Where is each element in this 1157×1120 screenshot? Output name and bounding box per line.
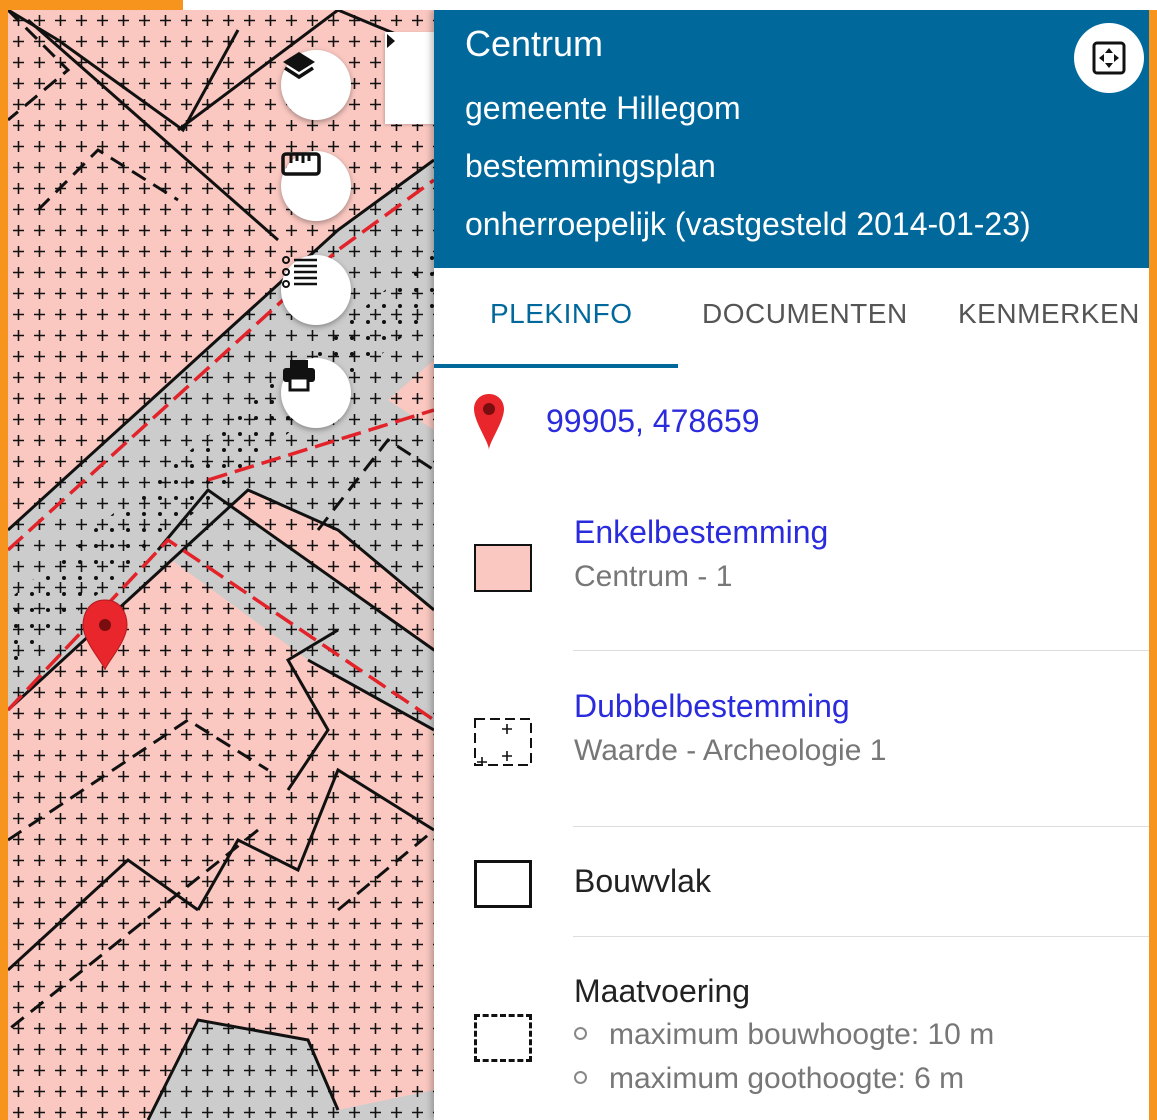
frame-top-strip: [183, 0, 1157, 10]
enkelbestemming-value: Centrum - 1: [574, 560, 733, 593]
fullscreen-button[interactable]: [1074, 23, 1144, 93]
enkelbestemming-link[interactable]: Enkelbestemming: [574, 514, 828, 551]
maatvoering-swatch: [474, 1014, 532, 1062]
bullet-circle-icon: [574, 1026, 587, 1040]
enkelbestemming-swatch: [474, 544, 532, 592]
app-viewport: Centrum gemeente Hillegom bestemmingspla…: [8, 10, 1149, 1120]
bouwvlak-swatch: [474, 860, 532, 908]
plan-header: Centrum gemeente Hillegom bestemmingspla…: [434, 10, 1149, 268]
divider: [573, 826, 1149, 827]
legend-list-icon: [282, 256, 317, 288]
plan-title: Centrum: [465, 23, 604, 64]
maatvoering-label: Maatvoering: [574, 973, 751, 1009]
dubbelbestemming-link[interactable]: Dubbelbestemming: [574, 688, 850, 725]
tab-plekinfo[interactable]: PLEKINFO: [490, 298, 632, 330]
tab-bar: PLEKINFO DOCUMENTEN KENMERKEN: [434, 268, 1149, 368]
bouwvlak-label: Bouwvlak: [574, 863, 711, 899]
dubbelbestemming-value: Waarde - Archeologie 1: [574, 734, 887, 767]
dubbelbestemming-swatch: [474, 718, 532, 766]
info-panel: Centrum gemeente Hillegom bestemmingspla…: [434, 10, 1149, 1120]
max-bouwhoogte-text: maximum bouwhoogte: 10 m: [609, 1018, 995, 1051]
divider: [573, 936, 1149, 937]
location-pin-icon: [474, 394, 504, 450]
print-icon: [283, 360, 315, 392]
bullet-circle-icon: [574, 1070, 587, 1084]
caret-right-icon: [387, 34, 395, 48]
tab-documenten[interactable]: DOCUMENTEN: [702, 298, 908, 330]
layers-icon: [283, 52, 315, 80]
ruler-icon: [281, 152, 321, 176]
map-graphic: [8, 10, 434, 1120]
layers-button[interactable]: [281, 50, 351, 120]
divider: [573, 650, 1149, 651]
expand-arrows-icon: [1092, 41, 1126, 75]
location-coordinates-link[interactable]: 99905, 478659: [546, 403, 760, 440]
measure-button[interactable]: [281, 151, 351, 221]
collapse-panel-button[interactable]: [385, 32, 434, 124]
active-tab-indicator: [434, 364, 678, 368]
bullet-list-item: maximum bouwhoogte: 10 m: [574, 1018, 994, 1052]
max-goothoogte-text: maximum goothoogte: 6 m: [609, 1062, 965, 1095]
legend-button[interactable]: [281, 255, 351, 325]
plan-status-label: onherroepelijk (vastgesteld 2014-01-23): [465, 206, 1031, 242]
plan-type-label: bestemmingsplan: [465, 148, 716, 184]
print-button[interactable]: [281, 358, 351, 428]
map-canvas[interactable]: [8, 10, 434, 1120]
bullet-list-item: maximum goothoogte: 6 m: [574, 1062, 964, 1096]
municipality-label: gemeente Hillegom: [465, 90, 741, 126]
tab-kenmerken[interactable]: KENMERKEN: [958, 298, 1140, 330]
archeology-pattern: [8, 10, 434, 1120]
